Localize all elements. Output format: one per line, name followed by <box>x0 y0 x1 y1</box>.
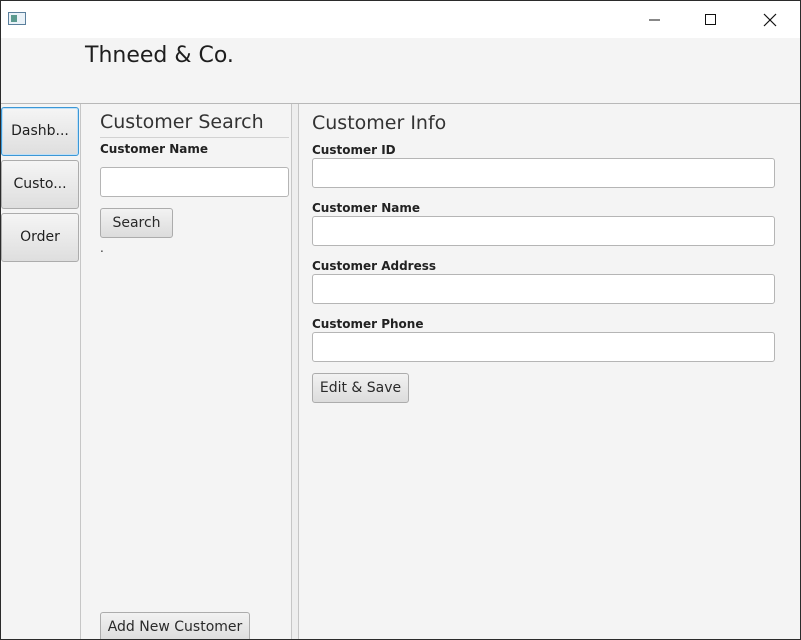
customer-info-title: Customer Info <box>312 112 447 134</box>
search-name-input[interactable] <box>100 167 289 197</box>
customer-phone-label: Customer Phone <box>312 317 424 331</box>
app-header: Thneed & Co. <box>1 38 800 104</box>
customer-info-panel: Customer Info Customer ID Customer Name … <box>299 104 800 639</box>
maximize-button[interactable] <box>682 1 740 38</box>
nav-sidebar: Dashb... Custo... Order <box>1 104 81 639</box>
customer-address-field[interactable] <box>312 274 775 304</box>
customer-phone-field[interactable] <box>312 332 775 362</box>
nav-dashboard-button[interactable]: Dashb... <box>1 107 79 156</box>
split-pane-divider[interactable] <box>291 104 299 639</box>
customer-id-label: Customer ID <box>312 143 396 157</box>
edit-save-button[interactable]: Edit & Save <box>312 373 409 403</box>
close-icon <box>763 13 777 26</box>
search-title-underline <box>100 137 289 138</box>
nav-order-button[interactable]: Order <box>1 213 79 262</box>
minimize-icon <box>649 19 660 20</box>
customer-id-field[interactable] <box>312 158 775 188</box>
customer-name-label: Customer Name <box>312 201 420 215</box>
nav-customers-button[interactable]: Custo... <box>1 160 79 209</box>
customer-search-panel: Customer Search Customer Name Search . A… <box>81 104 291 639</box>
add-new-customer-button[interactable]: Add New Customer <box>100 612 250 639</box>
close-button[interactable] <box>741 1 799 38</box>
app-window: Thneed & Co. Dashb... Custo... Order Cus… <box>0 0 801 640</box>
maximize-icon <box>705 13 716 25</box>
search-name-label: Customer Name <box>100 142 208 156</box>
app-window-icon <box>8 12 26 25</box>
app-title: Thneed & Co. <box>85 43 234 68</box>
customer-name-field[interactable] <box>312 216 775 246</box>
customer-address-label: Customer Address <box>312 259 437 273</box>
title-bar[interactable] <box>1 1 800 38</box>
customer-search-title: Customer Search <box>100 111 264 133</box>
minimize-button[interactable] <box>626 1 684 38</box>
search-button[interactable]: Search <box>100 208 173 238</box>
search-status-text: . <box>100 241 104 255</box>
